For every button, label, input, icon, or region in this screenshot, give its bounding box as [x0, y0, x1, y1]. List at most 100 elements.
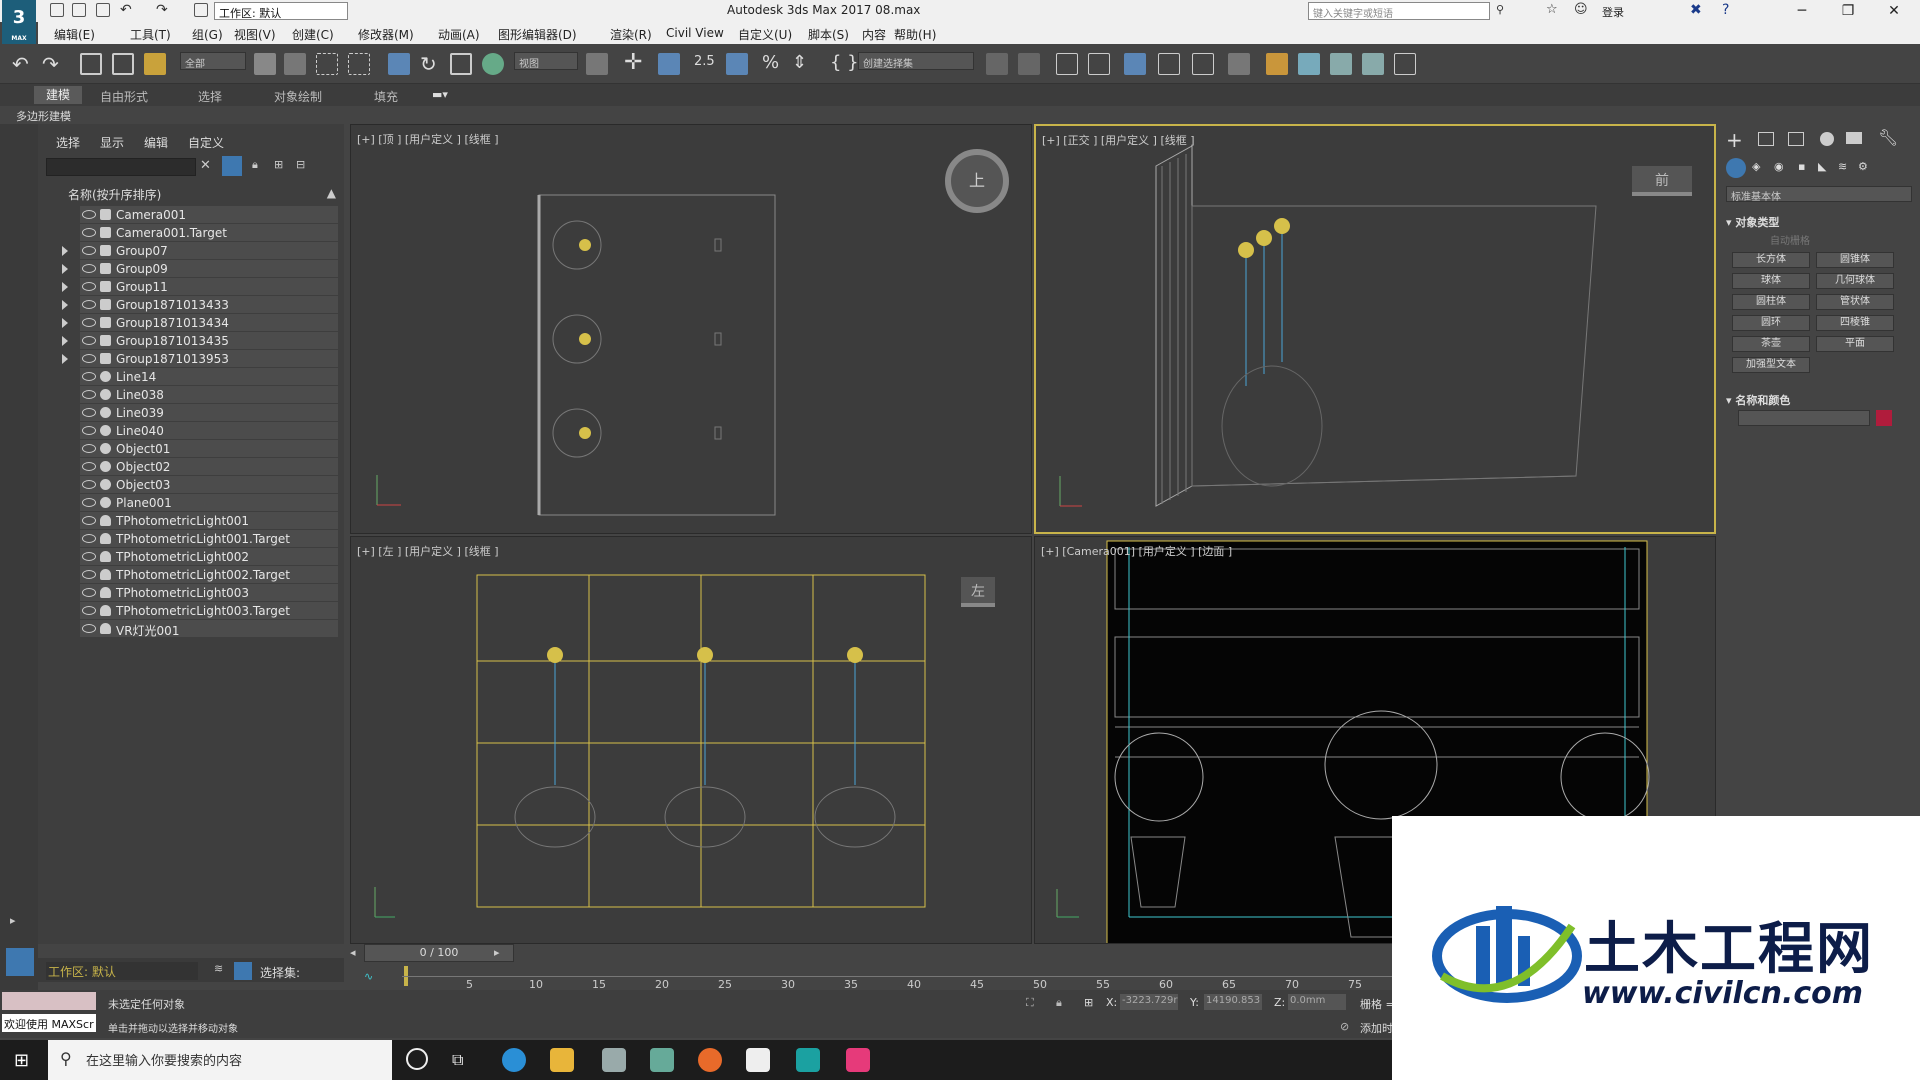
- app-icon-3[interactable]: [846, 1048, 870, 1072]
- percent-snap-icon[interactable]: %: [762, 52, 779, 73]
- ribbon-tab-freeform[interactable]: 自由形式: [100, 88, 148, 105]
- rectangular-selection-icon[interactable]: [316, 53, 338, 75]
- explorer-row[interactable]: TPhotometricLight001: [80, 512, 338, 530]
- create-primitive-button[interactable]: 圆锥体: [1816, 252, 1894, 268]
- expand-arrow-icon[interactable]: [62, 300, 68, 310]
- menu-item-10[interactable]: 自定义(U): [738, 26, 792, 43]
- redo-icon[interactable]: ↷: [156, 2, 168, 18]
- menu-item-13[interactable]: 帮助(H): [894, 26, 936, 43]
- undo-icon[interactable]: ↶: [120, 2, 132, 18]
- shapes-icon[interactable]: ◈: [1752, 160, 1760, 173]
- app-icon-1[interactable]: [602, 1048, 626, 1072]
- isolate-icon[interactable]: ⛶: [1026, 996, 1034, 1010]
- spacewarps-icon[interactable]: ≋: [1838, 160, 1847, 173]
- visibility-eye-icon[interactable]: [82, 318, 96, 327]
- visibility-eye-icon[interactable]: [82, 372, 96, 381]
- explorer-search-input[interactable]: [46, 158, 196, 176]
- viewcube-top[interactable]: 上: [945, 149, 1009, 213]
- open-file-icon[interactable]: [72, 3, 86, 17]
- systems-icon[interactable]: ⚙: [1858, 160, 1868, 173]
- minimize-button[interactable]: ─: [1782, 1, 1822, 21]
- firefox-icon[interactable]: [698, 1048, 722, 1072]
- user-icon[interactable]: ☺: [1574, 2, 1588, 17]
- rendered-frame-window-icon[interactable]: [1298, 53, 1320, 75]
- time-slider[interactable]: 0 / 100: [364, 944, 514, 962]
- visibility-eye-icon[interactable]: [82, 534, 96, 543]
- mirror-icon[interactable]: [986, 53, 1008, 75]
- absolute-mode-icon[interactable]: ⊞: [1084, 996, 1093, 1009]
- create-primitive-button[interactable]: 长方体: [1732, 252, 1810, 268]
- hierarchy-icon[interactable]: ⊞: [274, 158, 283, 171]
- ribbon-tab-modeling[interactable]: 建模: [34, 86, 83, 104]
- explorer-row[interactable]: TPhotometricLight002: [80, 548, 338, 566]
- cortana-icon[interactable]: [406, 1048, 428, 1070]
- schematic-view-icon[interactable]: [1192, 53, 1214, 75]
- menu-item-11[interactable]: 脚本(S): [808, 26, 849, 43]
- curve-editor-toggle-icon[interactable]: ∿: [364, 970, 373, 983]
- explorer-row[interactable]: Group07: [62, 242, 338, 260]
- visibility-eye-icon[interactable]: [82, 606, 96, 615]
- visibility-eye-icon[interactable]: [82, 282, 96, 291]
- app-icon-2[interactable]: [650, 1048, 674, 1072]
- pivot-center-icon[interactable]: [586, 53, 608, 75]
- menu-item-4[interactable]: 创建(C): [292, 26, 334, 43]
- menu-item-12[interactable]: 内容: [862, 26, 886, 43]
- new-file-icon[interactable]: [50, 3, 64, 17]
- create-tab-icon[interactable]: +: [1726, 128, 1743, 152]
- explorer-row[interactable]: TPhotometricLight003: [80, 584, 338, 602]
- select-and-move-icon[interactable]: [388, 53, 410, 75]
- visibility-eye-icon[interactable]: [82, 336, 96, 345]
- ribbon-panel-title[interactable]: 多边形建模: [16, 108, 71, 124]
- taskbar-search[interactable]: 在这里输入你要搜索的内容: [48, 1040, 392, 1080]
- menu-item-9[interactable]: Civil View: [666, 26, 724, 40]
- viewport-left[interactable]: [+] [左 ] [用户定义 ] [线框 ] 左: [350, 536, 1032, 944]
- explorer-row[interactable]: Object03: [80, 476, 338, 494]
- category-combo[interactable]: 标准基本体: [1726, 186, 1912, 203]
- helpers-icon[interactable]: ◣: [1818, 160, 1826, 173]
- cameras-icon[interactable]: ▪: [1798, 160, 1805, 173]
- visibility-eye-icon[interactable]: [82, 246, 96, 255]
- explorer-row[interactable]: Line038: [80, 386, 338, 404]
- explorer-tab-display[interactable]: 显示: [100, 134, 124, 151]
- render-in-cloud-icon[interactable]: [1362, 53, 1384, 75]
- window-crossing-icon[interactable]: [348, 53, 370, 75]
- explorer-row[interactable]: Line040: [80, 422, 338, 440]
- explorer-tab-edit[interactable]: 编辑: [144, 134, 168, 151]
- rotate-icon[interactable]: ↻: [420, 52, 437, 76]
- create-primitive-button[interactable]: 球体: [1732, 273, 1810, 289]
- sort-icon[interactable]: ⊟: [296, 158, 305, 171]
- hierarchy-tab-icon[interactable]: [1788, 132, 1804, 146]
- explorer-row[interactable]: Group1871013434: [62, 314, 338, 332]
- keyboard-shortcut-override-icon[interactable]: [658, 53, 680, 75]
- visibility-eye-icon[interactable]: [82, 354, 96, 363]
- toggle-ribbon-icon[interactable]: [1124, 53, 1146, 75]
- viewcube-front[interactable]: 前: [1632, 166, 1692, 196]
- create-primitive-button[interactable]: 四棱锥: [1816, 315, 1894, 331]
- 3dsmax-taskbar-icon[interactable]: [796, 1048, 820, 1072]
- explorer-row[interactable]: Line039: [80, 404, 338, 422]
- spinner-snap-icon[interactable]: ⇕: [792, 52, 807, 73]
- layers-icon[interactable]: ≋: [214, 962, 223, 975]
- explorer-tab-select[interactable]: 选择: [56, 134, 80, 151]
- rollout-object-type[interactable]: ▾ 对象类型: [1726, 214, 1779, 230]
- explorer-row[interactable]: VR灯光001: [80, 620, 338, 638]
- visibility-eye-icon[interactable]: [82, 228, 96, 237]
- time-next-icon[interactable]: ▸: [494, 946, 500, 959]
- unlink-icon[interactable]: [112, 53, 134, 75]
- explorer-row[interactable]: Group1871013433: [62, 296, 338, 314]
- maxscript-input[interactable]: 欢迎使用 MAXScr: [2, 1014, 96, 1032]
- menu-item-2[interactable]: 组(G): [192, 26, 223, 43]
- expand-arrow-icon[interactable]: [62, 336, 68, 346]
- viewport-top[interactable]: [+] [顶 ] [用户定义 ] [线框 ] 上: [350, 124, 1032, 534]
- bind-spacewarp-icon[interactable]: [144, 53, 166, 75]
- project-folder-icon[interactable]: [194, 3, 208, 17]
- scale-icon[interactable]: [450, 53, 472, 75]
- render-production-icon[interactable]: [1330, 53, 1352, 75]
- maxscript-listener[interactable]: [2, 992, 96, 1010]
- visibility-eye-icon[interactable]: [82, 498, 96, 507]
- menu-item-3[interactable]: 视图(V): [234, 26, 276, 43]
- viewport-front[interactable]: [+] [正交 ] [用户定义 ] [线框 ] 前: [1034, 124, 1716, 534]
- favorites-icon[interactable]: ☆: [1546, 2, 1558, 17]
- file-explorer-icon[interactable]: [550, 1048, 574, 1072]
- ribbon-tab-populate[interactable]: 填充: [374, 88, 398, 105]
